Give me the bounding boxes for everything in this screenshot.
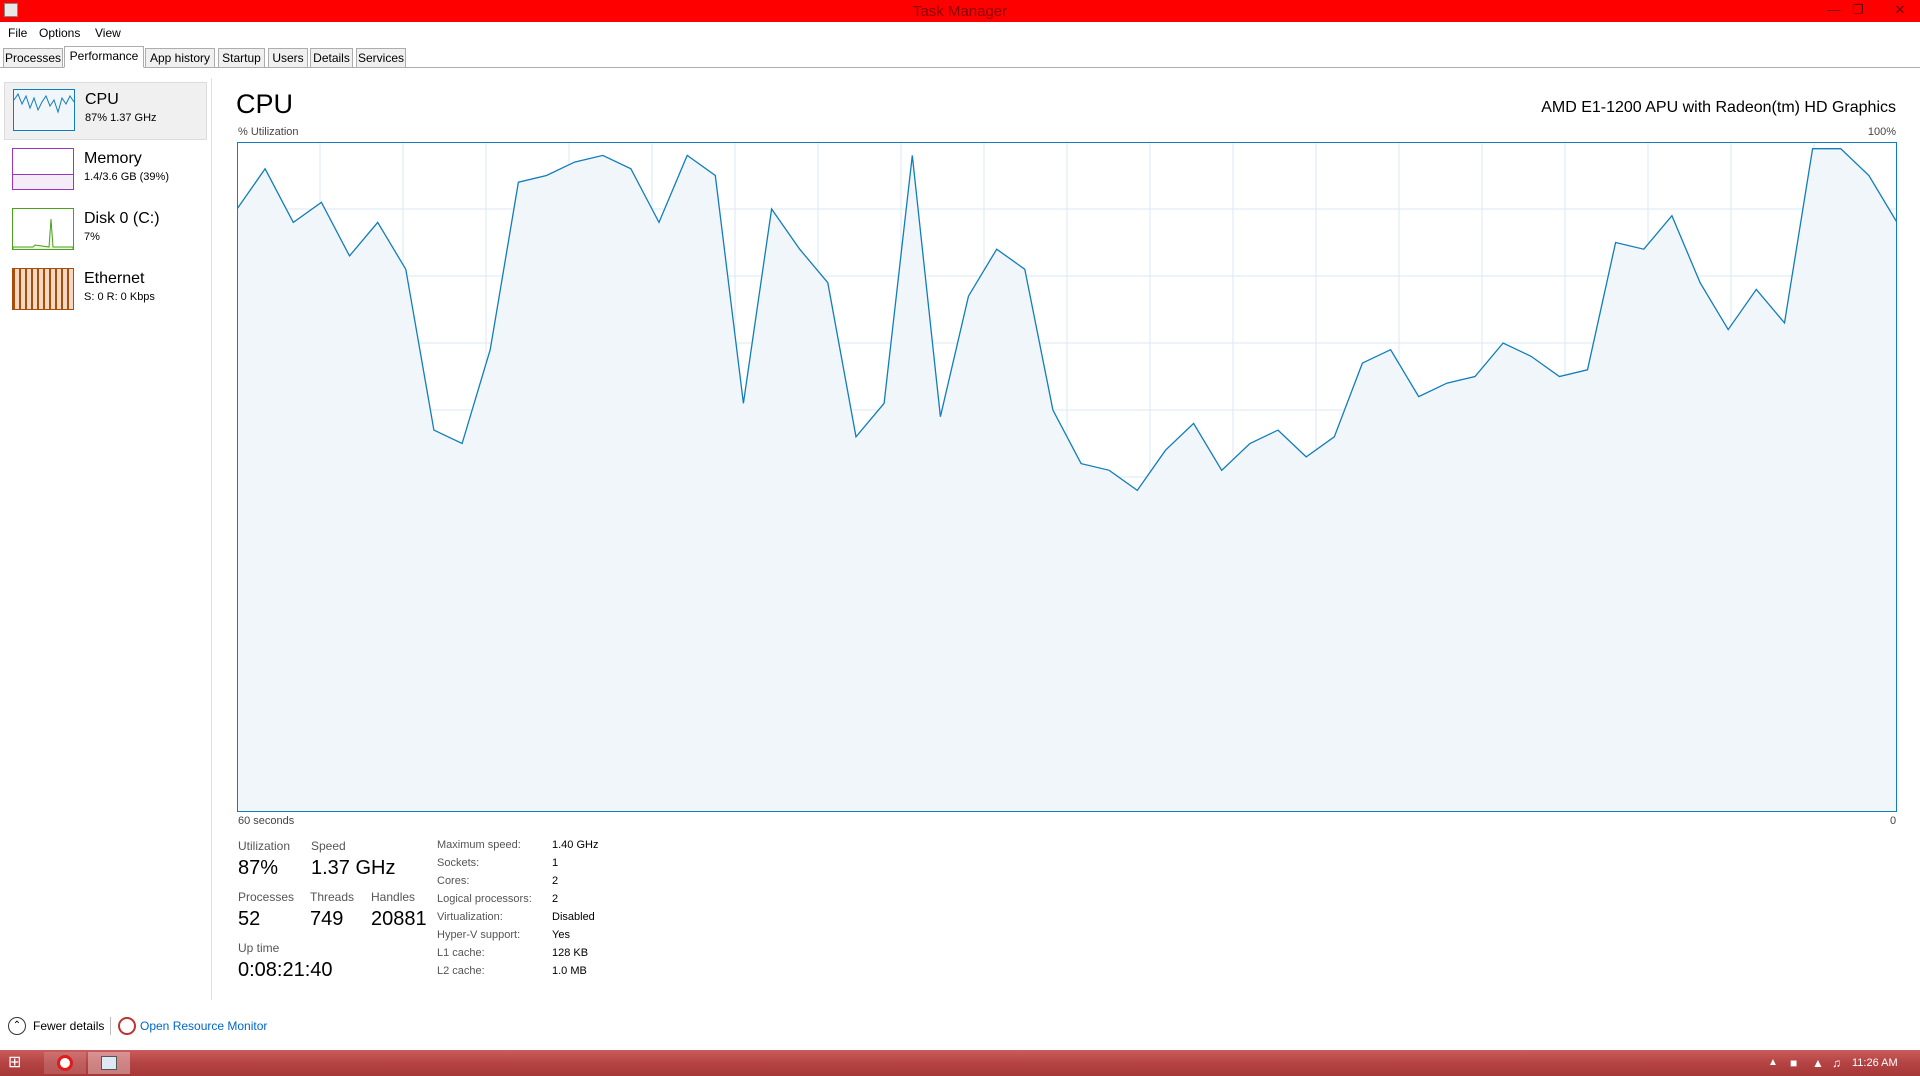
- ethernet-thumbnail-graph: [12, 268, 74, 310]
- sidebar-item-label: Disk 0 (C:): [84, 210, 160, 227]
- cpu-utilization-graph: [237, 142, 1897, 812]
- sidebar-item-label: Ethernet: [84, 270, 145, 287]
- tab-app-history[interactable]: App history: [145, 48, 215, 68]
- title-bar: Task Manager — ❐ ✕: [0, 0, 1920, 22]
- taskbar: ⊞ ▲ ■ ▲ ♫ 11:26 AM: [0, 1050, 1920, 1076]
- logical-processors-label: Logical processors:: [437, 893, 532, 905]
- menu-bar: File Options View: [0, 22, 1920, 44]
- tab-users[interactable]: Users: [268, 48, 308, 68]
- virtualization-label: Virtualization:: [437, 911, 503, 923]
- close-button[interactable]: ✕: [1888, 1, 1912, 19]
- sidebar-item-cpu[interactable]: CPU 87% 1.37 GHz: [4, 82, 207, 140]
- processes-label: Processes: [238, 890, 295, 904]
- chevron-up-icon[interactable]: ⌃: [8, 1017, 26, 1035]
- processes-value: 52: [238, 908, 261, 930]
- minimize-button[interactable]: —: [1822, 1, 1846, 19]
- windows-start-icon[interactable]: ⊞: [8, 1052, 28, 1074]
- hyperv-support-label: Hyper-V support:: [437, 929, 521, 941]
- menu-options[interactable]: Options: [39, 26, 80, 40]
- show-hidden-icons-icon[interactable]: ▲: [1768, 1052, 1780, 1074]
- uptime-value: 0:08:21:40: [238, 959, 333, 981]
- footer-divider: [110, 1017, 111, 1035]
- speed-value: 1.37 GHz: [311, 857, 396, 879]
- resource-monitor-icon: [118, 1017, 136, 1035]
- l1-cache-label: L1 cache:: [437, 947, 485, 959]
- resource-sidebar: CPU 87% 1.37 GHz Memory 1.4/3.6 GB (39%)…: [0, 78, 212, 1000]
- menu-file[interactable]: File: [8, 26, 27, 40]
- open-resource-monitor-link[interactable]: Open Resource Monitor: [140, 1019, 267, 1033]
- virtualization-value: Disabled: [552, 911, 595, 923]
- l2-cache-label: L2 cache:: [437, 965, 485, 977]
- menu-view[interactable]: View: [95, 26, 121, 40]
- tab-details[interactable]: Details: [310, 48, 353, 68]
- y-axis-max-label: 100%: [1867, 126, 1896, 138]
- sidebar-item-sub: 7%: [84, 231, 100, 243]
- opera-browser-icon[interactable]: [44, 1052, 86, 1074]
- x-axis-left-label: 60 seconds: [238, 815, 295, 827]
- volume-icon[interactable]: ♫: [1832, 1052, 1850, 1074]
- sidebar-item-sub: 1.4/3.6 GB (39%): [84, 171, 169, 183]
- page-title: CPU: [236, 89, 294, 119]
- max-speed-label: Maximum speed:: [437, 839, 521, 851]
- l2-cache-value: 1.0 MB: [552, 965, 587, 977]
- utilization-label: Utilization: [238, 839, 291, 853]
- utilization-value: 87%: [238, 857, 279, 879]
- handles-value: 20881: [371, 908, 427, 930]
- sidebar-item-label: CPU: [85, 91, 119, 108]
- sockets-label: Sockets:: [437, 857, 480, 869]
- threads-label: Threads: [310, 890, 355, 904]
- y-axis-label: % Utilization: [238, 126, 299, 138]
- threads-value: 749: [310, 908, 344, 930]
- logical-processors-value: 2: [552, 893, 559, 905]
- handles-label: Handles: [371, 890, 416, 904]
- sidebar-item-sub: S: 0 R: 0 Kbps: [84, 291, 155, 303]
- disk-thumbnail-graph: [12, 208, 74, 250]
- antivirus-tray-icon[interactable]: ■: [1790, 1052, 1808, 1074]
- sockets-value: 1: [552, 857, 559, 869]
- x-axis-right-label: 0: [1890, 815, 1897, 827]
- tab-strip: Processes Performance App history Startu…: [0, 46, 1920, 68]
- tab-performance[interactable]: Performance: [64, 46, 144, 68]
- network-tray-icon[interactable]: ▲: [1812, 1052, 1830, 1074]
- sidebar-item-disk[interactable]: Disk 0 (C:) 7%: [4, 202, 207, 260]
- sidebar-item-memory[interactable]: Memory 1.4/3.6 GB (39%): [4, 142, 207, 200]
- fewer-details-button[interactable]: Fewer details: [33, 1019, 104, 1033]
- cores-value: 2: [552, 875, 559, 887]
- maximize-button[interactable]: ❐: [1846, 1, 1870, 19]
- sidebar-item-sub: 87% 1.37 GHz: [85, 112, 157, 124]
- tab-startup[interactable]: Startup: [218, 48, 265, 68]
- task-manager-taskbar-icon[interactable]: [88, 1052, 130, 1074]
- speed-label: Speed: [311, 839, 346, 853]
- tab-services[interactable]: Services: [356, 48, 406, 68]
- tab-processes[interactable]: Processes: [3, 48, 63, 68]
- l1-cache-value: 128 KB: [552, 947, 589, 959]
- window-title: Task Manager: [912, 3, 1008, 20]
- clock[interactable]: 11:26 AM: [1852, 1052, 1912, 1074]
- processor-name: AMD E1-1200 APU with Radeon(tm) HD Graph…: [1541, 99, 1896, 116]
- sidebar-item-label: Memory: [84, 150, 142, 167]
- hyperv-support-value: Yes: [552, 929, 570, 941]
- cores-label: Cores:: [437, 875, 470, 887]
- sidebar-item-ethernet[interactable]: Ethernet S: 0 R: 0 Kbps: [4, 262, 207, 320]
- uptime-label: Up time: [238, 941, 280, 955]
- max-speed-value: 1.40 GHz: [552, 839, 599, 851]
- memory-thumbnail-graph: [12, 148, 74, 190]
- cpu-thumbnail-graph: [13, 89, 75, 131]
